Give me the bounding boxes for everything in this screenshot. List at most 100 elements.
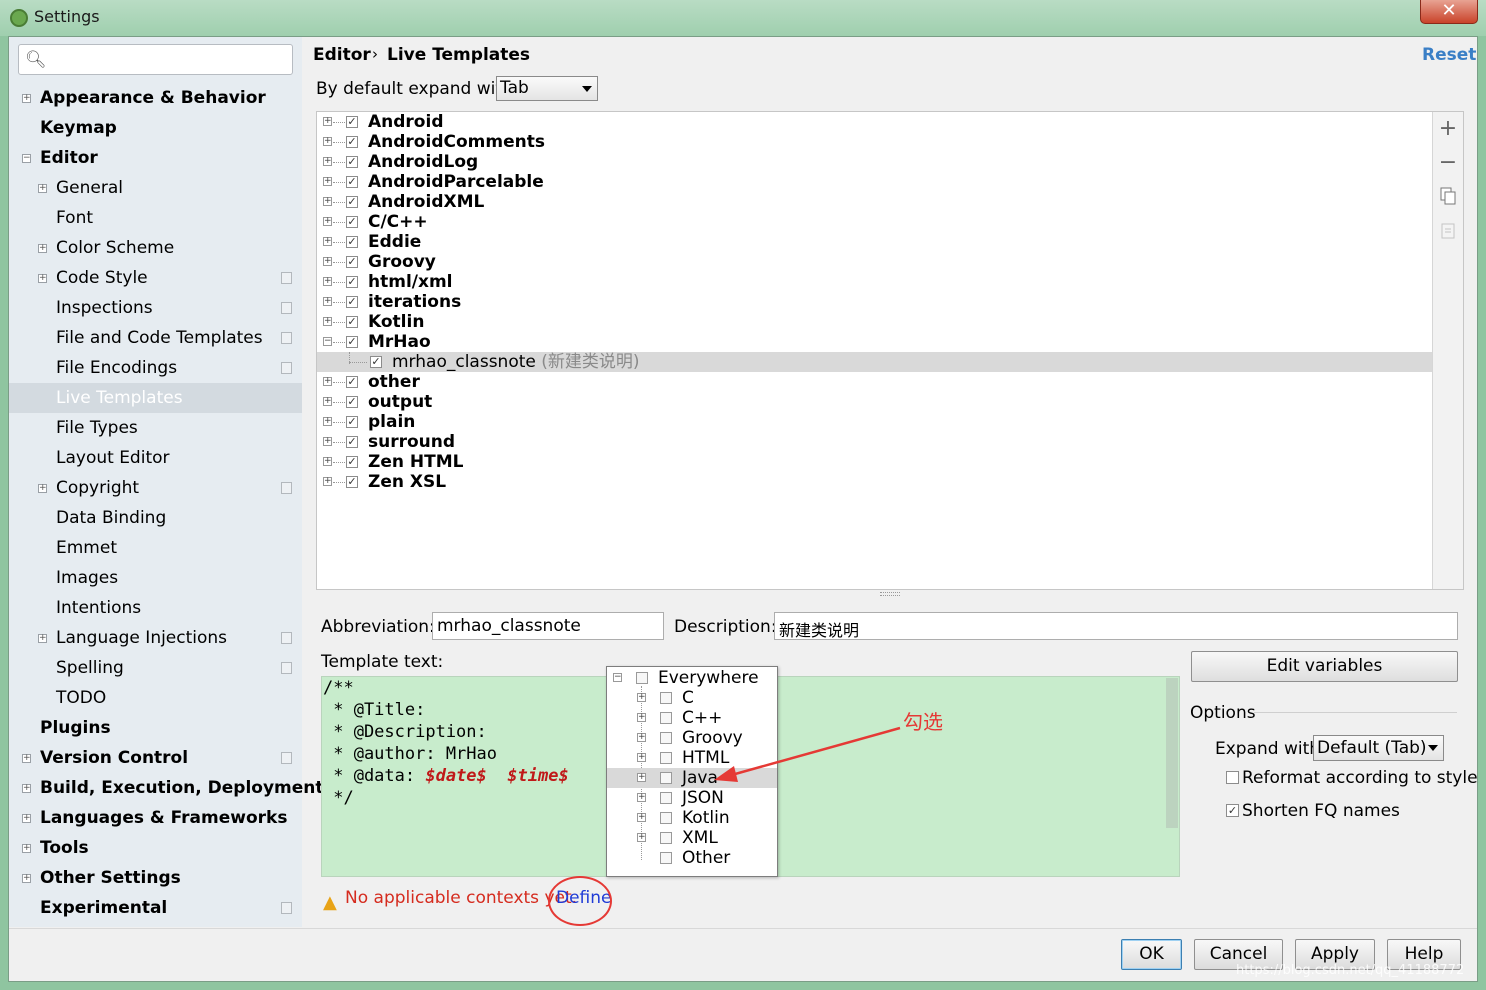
checkbox[interactable]: ✓ [346, 396, 358, 408]
template-group[interactable]: + ✓ AndroidComments [317, 132, 1432, 152]
expand-icon[interactable]: + [323, 297, 332, 306]
checkbox[interactable]: ✓ [346, 176, 358, 188]
expand-icon[interactable]: + [323, 317, 332, 326]
expand-icon[interactable]: + [38, 244, 47, 253]
sidebar-item[interactable]: File Encodings [9, 353, 302, 383]
checkbox[interactable] [660, 772, 672, 784]
sidebar-item[interactable]: Emmet [9, 533, 302, 563]
expand-icon[interactable]: + [637, 693, 646, 702]
sidebar-item[interactable]: − Editor [9, 143, 302, 173]
expand-icon[interactable]: + [637, 833, 646, 842]
template-group[interactable]: + ✓ output [317, 392, 1432, 412]
context-item[interactable]: + Kotlin [607, 808, 777, 828]
template-group[interactable]: + ✓ Groovy [317, 252, 1432, 272]
sidebar-item[interactable]: Data Binding [9, 503, 302, 533]
expand-icon[interactable]: + [323, 377, 332, 386]
checkbox[interactable] [660, 712, 672, 724]
collapse-icon[interactable]: − [613, 673, 622, 682]
checkbox[interactable]: ✓ [346, 256, 358, 268]
context-item[interactable]: + C [607, 688, 777, 708]
template-group[interactable]: + ✓ Zen HTML [317, 452, 1432, 472]
sidebar-item[interactable]: Inspections [9, 293, 302, 323]
checkbox[interactable]: ✓ [346, 316, 358, 328]
sidebar-item[interactable]: + Version Control [9, 743, 302, 773]
expand-icon[interactable]: + [38, 484, 47, 493]
sidebar-item[interactable]: + Code Style [9, 263, 302, 293]
sidebar-item[interactable]: + Build, Execution, Deployment [9, 773, 324, 803]
sidebar-item[interactable]: Keymap [9, 113, 302, 143]
sidebar-item[interactable]: Layout Editor [9, 443, 302, 473]
checkbox[interactable]: ✓ [346, 336, 358, 348]
sidebar-item[interactable]: + Language Injections [9, 623, 302, 653]
context-everywhere[interactable]: − Everywhere [607, 668, 777, 688]
template-group[interactable]: + ✓ html/xml [317, 272, 1432, 292]
checkbox[interactable]: ✓ [346, 416, 358, 428]
expand-icon[interactable]: + [38, 184, 47, 193]
collapse-icon[interactable]: − [323, 337, 332, 346]
sidebar-item[interactable]: + General [9, 173, 302, 203]
sidebar-item[interactable]: Font [9, 203, 302, 233]
template-group[interactable]: + ✓ Android [317, 112, 1432, 132]
reformat-checkbox[interactable] [1226, 771, 1239, 784]
checkbox[interactable]: ✓ [346, 216, 358, 228]
expand-icon[interactable]: + [323, 217, 332, 226]
checkbox[interactable] [660, 832, 672, 844]
sidebar-item[interactable]: + Languages & Frameworks [9, 803, 302, 833]
checkbox[interactable]: ✓ [346, 116, 358, 128]
checkbox[interactable]: ✓ [346, 156, 358, 168]
expand-icon[interactable]: + [323, 277, 332, 286]
expand-icon[interactable]: + [637, 793, 646, 802]
ok-button[interactable]: OK [1121, 939, 1182, 970]
collapse-icon[interactable]: − [22, 154, 31, 163]
checkbox[interactable]: ✓ [346, 296, 358, 308]
checkbox[interactable]: ✓ [346, 136, 358, 148]
checkbox[interactable] [636, 672, 648, 684]
sidebar-item[interactable]: + Copyright [9, 473, 302, 503]
sidebar-item[interactable]: File and Code Templates [9, 323, 302, 353]
checkbox[interactable]: ✓ [346, 276, 358, 288]
template-item[interactable]: ✓ mrhao_classnote (新建类说明) [317, 352, 1432, 372]
sidebar-item[interactable]: Spelling [9, 653, 302, 683]
template-group[interactable]: + ✓ Kotlin [317, 312, 1432, 332]
template-group[interactable]: + ✓ other [317, 372, 1432, 392]
checkbox[interactable]: ✓ [346, 236, 358, 248]
template-group[interactable]: + ✓ surround [317, 432, 1432, 452]
template-group[interactable]: + ✓ iterations [317, 292, 1432, 312]
expand-icon[interactable]: + [637, 773, 646, 782]
context-item[interactable]: + XML [607, 828, 777, 848]
default-expand-select[interactable]: Tab [496, 76, 598, 101]
expand-icon[interactable]: + [323, 397, 332, 406]
checkbox[interactable] [660, 732, 672, 744]
add-icon[interactable]: + [1438, 116, 1458, 141]
splitter-handle[interactable] [880, 592, 900, 596]
expand-icon[interactable]: + [637, 813, 646, 822]
template-group[interactable]: − ✓ MrHao [317, 332, 1432, 352]
checkbox[interactable]: ✓ [346, 376, 358, 388]
checkbox[interactable]: ✓ [346, 196, 358, 208]
expand-icon[interactable]: + [38, 634, 47, 643]
expand-icon[interactable]: + [323, 417, 332, 426]
sidebar-item[interactable]: + Color Scheme [9, 233, 302, 263]
expand-icon[interactable]: + [637, 713, 646, 722]
checkbox[interactable] [660, 752, 672, 764]
template-group[interactable]: + ✓ AndroidXML [317, 192, 1432, 212]
sidebar-item[interactable]: Experimental [9, 893, 302, 923]
expand-icon[interactable]: + [323, 117, 332, 126]
checkbox[interactable]: ✓ [346, 476, 358, 488]
restore-icon[interactable] [1438, 221, 1458, 246]
checkbox[interactable]: ✓ [346, 456, 358, 468]
expand-icon[interactable]: + [22, 844, 31, 853]
abbreviation-input[interactable]: mrhao_classnote [432, 612, 664, 640]
sidebar-item[interactable]: File Types [9, 413, 302, 443]
expand-icon[interactable]: + [323, 157, 332, 166]
expand-icon[interactable]: + [22, 784, 31, 793]
expand-icon[interactable]: + [323, 257, 332, 266]
checkbox[interactable]: ✓ [370, 356, 382, 368]
sidebar-item[interactable]: TODO [9, 683, 302, 713]
expand-icon[interactable]: + [323, 177, 332, 186]
expand-icon[interactable]: + [323, 437, 332, 446]
expand-icon[interactable]: + [323, 457, 332, 466]
description-input[interactable]: 新建类说明 [774, 612, 1458, 640]
checkbox[interactable] [660, 812, 672, 824]
remove-icon[interactable]: − [1438, 150, 1458, 175]
